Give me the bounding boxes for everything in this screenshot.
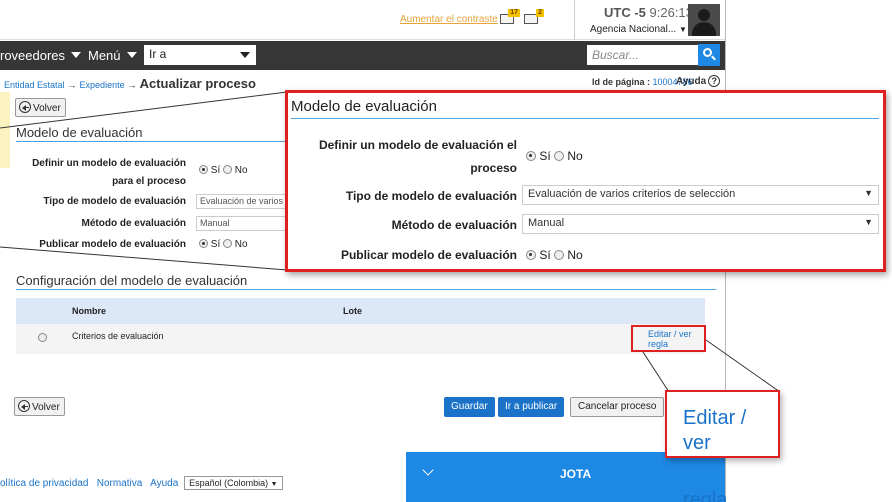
caret-down-icon — [71, 52, 82, 58]
divider — [574, 0, 575, 40]
goto-select[interactable]: Ir a — [144, 45, 256, 65]
caret-down-icon: ▼ — [678, 25, 687, 34]
arrow-right-icon: → — [67, 80, 77, 90]
nav-proveedores[interactable]: roveedores — [0, 48, 82, 63]
zoom-method-label: Método de evaluación — [391, 218, 517, 232]
publish-button[interactable]: Ir a publicar — [498, 397, 565, 417]
zoom-publish-radios: Sí No — [526, 248, 583, 262]
caret-down-icon: ▼ — [864, 217, 873, 227]
radio-yes[interactable] — [199, 239, 208, 248]
zoom-section-title: Modelo de evaluación — [291, 98, 437, 115]
eval-section-title: Modelo de evaluación — [16, 125, 143, 140]
chat-title: JOTA — [560, 467, 592, 481]
privacy-link[interactable]: olítica de privacidad — [0, 478, 88, 489]
page-title: Actualizar proceso — [139, 76, 256, 91]
section-divider — [16, 289, 716, 290]
language-select[interactable]: Español (Colombia) ▼ — [184, 476, 283, 490]
model-type-label: Tipo de modelo de evaluación — [43, 196, 186, 207]
define-model-radios: Sí No — [199, 165, 248, 176]
publish-label: Publicar modelo de evaluación — [39, 239, 186, 250]
search-button[interactable] — [698, 44, 720, 66]
zoom-method-select[interactable]: Manual ▼ — [522, 214, 879, 234]
section-divider — [291, 118, 879, 119]
breadcrumb: Entidad Estatal → Expediente → Actualizar pr… — [4, 76, 256, 91]
row-name: Criterios de evaluación — [72, 331, 164, 341]
table-header: Nombre Lote — [16, 298, 705, 324]
model-type-select[interactable]: Evaluación de varios — [196, 194, 288, 209]
config-section-title: Configuración del modelo de evaluación — [16, 273, 248, 288]
caret-down-icon: ▼ — [864, 188, 873, 198]
help-icon: ? — [708, 75, 721, 87]
back-button-bottom[interactable]: Volver — [14, 397, 65, 416]
caret-down-icon — [126, 52, 137, 58]
col-nombre: Nombre — [72, 306, 107, 316]
breadcrumb-entidad[interactable]: Entidad Estatal — [4, 80, 65, 90]
breadcrumb-expediente[interactable]: Expediente — [80, 80, 125, 90]
arrow-right-icon: → — [127, 80, 137, 90]
radio-no[interactable] — [223, 239, 233, 248]
radio-no[interactable] — [223, 165, 233, 174]
zoom-publish-label: Publicar modelo de evaluación — [340, 248, 517, 262]
calendar-icon[interactable]: 2 — [524, 9, 544, 25]
search-input[interactable]: Buscar... — [587, 45, 698, 65]
main-nav: roveedores Menú Ir a Buscar... — [0, 41, 725, 70]
mail-badge: 17 — [508, 9, 520, 17]
caret-down-icon: ▼ — [270, 481, 278, 488]
chevron-down-icon[interactable] — [422, 464, 434, 476]
col-lote: Lote — [343, 306, 362, 316]
zoom-define-model-label: Definir un modelo de evaluación el proces… — [318, 138, 517, 175]
mail-icon[interactable]: 17 — [500, 9, 520, 25]
caret-down-icon — [240, 52, 250, 58]
radio-yes[interactable] — [526, 151, 536, 161]
calendar-badge: 2 — [536, 9, 544, 17]
contrast-link[interactable]: Aumentar el contraste — [400, 14, 498, 25]
method-label: Método de evaluación — [81, 218, 186, 229]
help-link[interactable]: Ayuda? — [676, 75, 721, 87]
cancel-process-button[interactable]: Cancelar proceso — [570, 397, 665, 417]
agency-selector[interactable]: Agencia Nacional... ▼ — [590, 24, 687, 35]
publish-radios: Sí No — [199, 239, 248, 250]
nav-menu[interactable]: Menú — [88, 48, 137, 63]
radio-yes[interactable] — [199, 165, 208, 174]
ayuda-link[interactable]: Ayuda — [150, 478, 178, 489]
back-arrow-icon — [19, 101, 31, 113]
radio-no[interactable] — [554, 250, 565, 260]
zoom-edit-rule-link[interactable]: Editar / ver regla — [667, 392, 778, 502]
radio-no[interactable] — [554, 151, 565, 161]
avatar[interactable] — [688, 4, 720, 36]
side-strip — [0, 92, 10, 168]
clock: UTC -5 9:26:13 — [604, 5, 693, 20]
eval-model-zoom-callout: Modelo de evaluación Definir un modelo d… — [285, 90, 886, 272]
back-button-top[interactable]: Volver — [15, 98, 66, 117]
define-model-label: Definir un modelo de evaluación para el p… — [32, 158, 186, 187]
zoom-type-select[interactable]: Evaluación de varios criterios de selecc… — [522, 185, 879, 205]
back-arrow-icon — [18, 400, 30, 412]
zoom-define-model-radios: Sí No — [526, 149, 583, 163]
zoom-type-label: Tipo de modelo de evaluación — [345, 189, 517, 203]
method-select[interactable]: Manual — [196, 216, 288, 231]
footer: olítica de privacidad Normativa Ayuda Es… — [0, 476, 283, 490]
edit-link-zoom-callout: Editar / ver regla — [665, 390, 780, 502]
save-button[interactable]: Guardar — [444, 397, 495, 417]
rules-table: Nombre Lote Criterios de evaluación Edit… — [16, 298, 705, 354]
normativa-link[interactable]: Normativa — [97, 478, 143, 489]
top-bar: Aumentar el contraste 17 2 UTC -5 9:26:1… — [0, 0, 725, 40]
row-radio[interactable] — [38, 333, 47, 342]
radio-yes[interactable] — [526, 250, 536, 260]
edit-link-highlight — [631, 325, 706, 352]
